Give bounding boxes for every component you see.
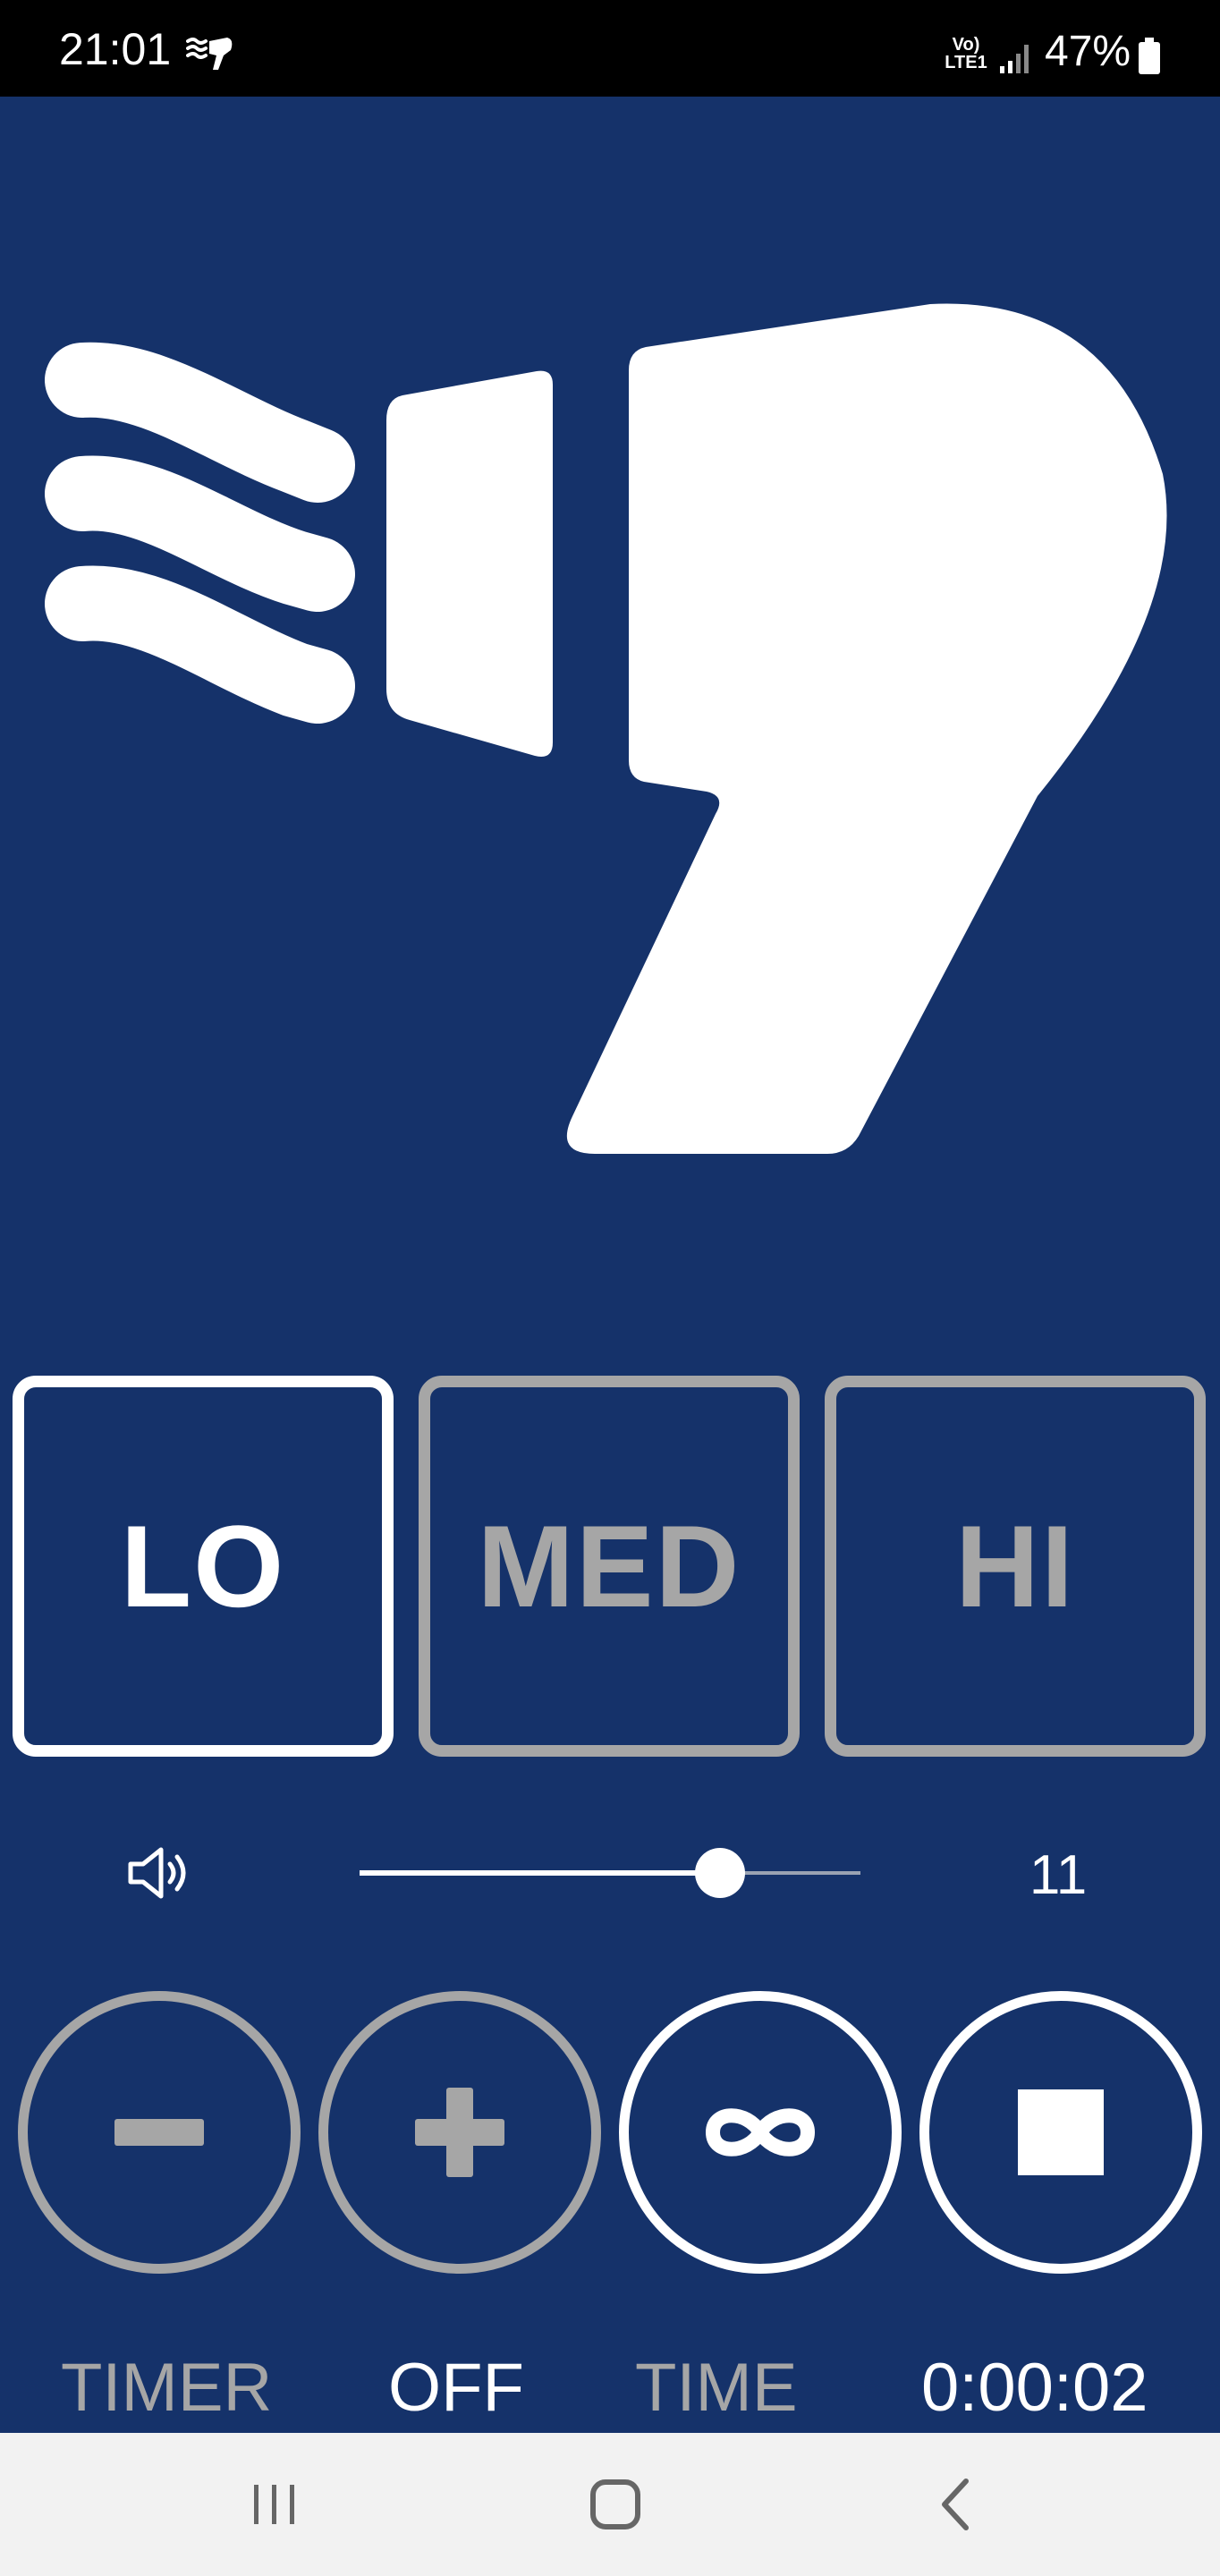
recents-icon[interactable] bbox=[250, 2476, 301, 2538]
battery-icon bbox=[1138, 38, 1161, 80]
time-label: TIME bbox=[635, 2350, 798, 2426]
speed-low-label: LO bbox=[120, 1501, 286, 1631]
timer-decrease-button[interactable] bbox=[18, 1991, 301, 2274]
signal-icon bbox=[998, 39, 1034, 80]
timer-label: TIMER bbox=[61, 2350, 273, 2426]
home-icon[interactable] bbox=[589, 2476, 642, 2538]
network-indicator: Vo) LTE1 bbox=[945, 35, 987, 72]
navigation-bar bbox=[0, 2433, 1220, 2576]
plus-icon bbox=[415, 2088, 504, 2177]
status-time: 21:01 bbox=[59, 24, 172, 74]
back-icon[interactable] bbox=[932, 2476, 977, 2538]
speed-low-button[interactable]: LO bbox=[13, 1376, 394, 1757]
speed-high-button[interactable]: HI bbox=[825, 1376, 1206, 1757]
speed-high-label: HI bbox=[955, 1501, 1075, 1631]
stop-icon bbox=[1018, 2089, 1104, 2175]
volume-icon bbox=[125, 1844, 197, 1906]
infinite-mode-button[interactable] bbox=[619, 1991, 902, 2274]
status-bar: 21:01 Vo) LTE1 47% bbox=[0, 0, 1220, 97]
speed-medium-button[interactable]: MED bbox=[419, 1376, 800, 1757]
volume-slider-fill bbox=[360, 1870, 721, 1876]
hair-dryer-notification-icon bbox=[186, 36, 233, 76]
stop-button[interactable] bbox=[919, 1991, 1202, 2274]
minus-icon bbox=[114, 2119, 204, 2146]
volume-value: 11 bbox=[1029, 1844, 1088, 1906]
hair-dryer-icon bbox=[0, 295, 1220, 1288]
speed-medium-label: MED bbox=[477, 1501, 741, 1631]
elapsed-time: 0:00:02 bbox=[921, 2350, 1148, 2426]
timer-value: OFF bbox=[388, 2350, 524, 2426]
timer-increase-button[interactable] bbox=[318, 1991, 601, 2274]
battery-percent: 47% bbox=[1045, 28, 1131, 75]
infinity-icon bbox=[705, 2108, 816, 2157]
volume-slider-thumb[interactable] bbox=[695, 1848, 746, 1898]
